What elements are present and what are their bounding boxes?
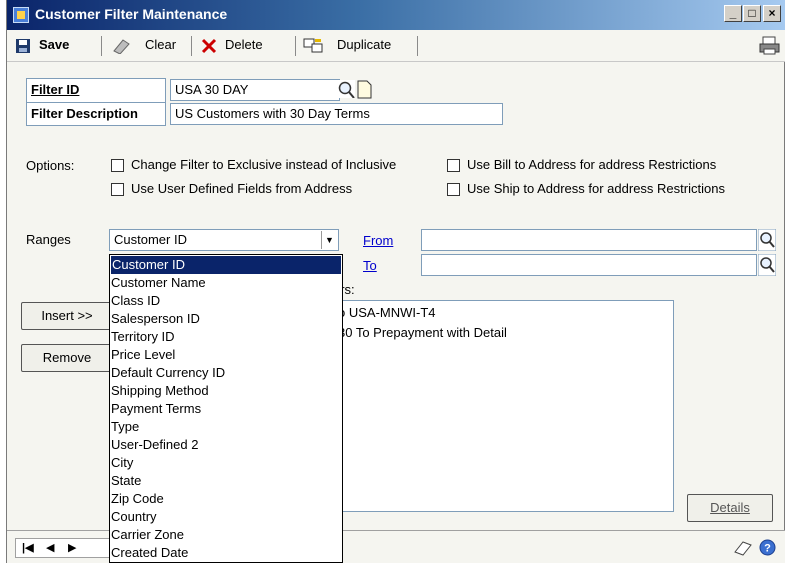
dropdown-option[interactable]: Customer ID (111, 256, 341, 274)
toolbar-separator (295, 36, 296, 56)
filter-description-label: Filter Description (26, 102, 166, 126)
maximize-icon[interactable]: □ (743, 5, 761, 22)
help-icon[interactable]: ? (759, 539, 776, 556)
use-bill-to-checkbox[interactable] (447, 159, 460, 172)
toolbar-separator (417, 36, 418, 56)
dropdown-option[interactable]: Territory ID (110, 328, 342, 346)
to-link[interactable]: To (363, 258, 377, 273)
next-record-icon[interactable]: ▶ (68, 541, 76, 554)
printer-icon[interactable] (759, 36, 781, 56)
dropdown-option[interactable]: Salesperson ID (110, 310, 342, 328)
window-title: Customer Filter Maintenance (35, 6, 228, 22)
close-icon[interactable]: × (763, 5, 781, 22)
duplicate-icon (303, 38, 323, 53)
use-ship-to-label: Use Ship to Address for address Restrict… (467, 181, 725, 196)
dropdown-option[interactable]: Shipping Method (110, 382, 342, 400)
title-bar: Customer Filter Maintenance _ □ × (7, 0, 785, 30)
toolbar-separator (191, 36, 192, 56)
dropdown-option[interactable]: Default Currency ID (110, 364, 342, 382)
svg-text:?: ? (764, 543, 771, 555)
duplicate-button[interactable]: Duplicate (301, 35, 411, 57)
dropdown-option[interactable]: Payment Terms (110, 400, 342, 418)
lookup-magnifier-icon[interactable] (337, 80, 355, 98)
ranges-select[interactable]: Customer ID ▼ (109, 229, 339, 251)
dropdown-option[interactable]: Country (110, 508, 342, 526)
toolbar-separator (101, 36, 102, 56)
toolbar: Save Clear Delete Duplicate (7, 30, 785, 62)
dropdown-option[interactable]: User-Defined 2 (110, 436, 342, 454)
list-item[interactable]: 30 To Prepayment with Detail (338, 325, 507, 340)
eraser-icon (113, 39, 130, 54)
floppy-disk-icon (16, 39, 30, 53)
use-user-defined-checkbox[interactable] (111, 183, 124, 196)
options-label: Options: (26, 158, 75, 173)
list-item[interactable]: o USA-MNWI-T4 (338, 305, 436, 320)
note-icon[interactable] (733, 540, 753, 556)
change-exclusive-checkbox[interactable] (111, 159, 124, 172)
clear-label: Clear (145, 37, 177, 52)
duplicate-label: Duplicate (337, 37, 392, 52)
dropdown-option[interactable]: Price Level (110, 346, 342, 364)
dropdown-option[interactable]: Created Date (110, 544, 342, 562)
from-link[interactable]: From (363, 233, 393, 248)
dropdown-option[interactable]: Zip Code (110, 490, 342, 508)
filter-id-label: Filter ID (26, 78, 166, 102)
restrictions-list[interactable]: o USA-MNWI-T4 30 To Prepayment with Deta… (333, 300, 674, 512)
to-lookup-icon[interactable] (758, 254, 776, 276)
chevron-down-icon[interactable]: ▼ (321, 231, 337, 249)
delete-x-icon (201, 38, 217, 54)
customer-filter-maintenance-window: Customer Filter Maintenance _ □ × Save C… (6, 0, 785, 563)
dropdown-option[interactable]: State (110, 472, 342, 490)
delete-label: Delete (225, 37, 263, 52)
remove-button[interactable]: Remove (21, 344, 113, 372)
clear-button[interactable]: Clear (107, 35, 185, 57)
filter-description-field[interactable]: US Customers with 30 Day Terms (170, 103, 503, 125)
dropdown-option[interactable]: Type (110, 418, 342, 436)
save-button[interactable]: Save (13, 35, 97, 57)
ranges-selected-value: Customer ID (114, 232, 187, 247)
details-button[interactable]: Details (687, 494, 773, 522)
change-exclusive-label: Change Filter to Exclusive instead of In… (131, 157, 397, 172)
insert-button[interactable]: Insert >> (21, 302, 113, 330)
use-user-defined-label: Use User Defined Fields from Address (131, 181, 353, 196)
new-document-icon[interactable] (356, 80, 372, 99)
delete-button[interactable]: Delete (197, 35, 289, 57)
app-icon (13, 7, 29, 23)
previous-record-icon[interactable]: ◀ (46, 541, 54, 554)
dropdown-option[interactable]: City (110, 454, 342, 472)
minimize-icon[interactable]: _ (724, 5, 742, 22)
dropdown-option[interactable]: Class ID (110, 292, 342, 310)
ranges-dropdown-list[interactable]: Customer ID Customer Name Class ID Sales… (109, 254, 343, 563)
use-bill-to-label: Use Bill to Address for address Restrict… (467, 157, 717, 172)
save-label: Save (39, 37, 70, 52)
from-field[interactable] (421, 229, 757, 251)
to-field[interactable] (421, 254, 757, 276)
filter-id-field[interactable]: USA 30 DAY (170, 79, 340, 101)
use-ship-to-checkbox[interactable] (447, 183, 460, 196)
dropdown-option[interactable]: Carrier Zone (110, 526, 342, 544)
first-record-icon[interactable]: |◀ (22, 541, 34, 554)
ranges-label: Ranges (26, 232, 71, 247)
from-lookup-icon[interactable] (758, 229, 776, 251)
dropdown-option[interactable]: Customer Name (110, 274, 342, 292)
